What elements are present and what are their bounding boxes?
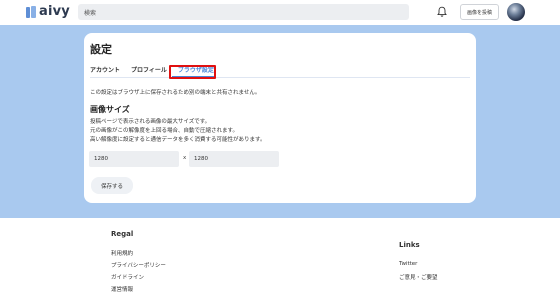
footer-link-twitter[interactable]: Twitter <box>399 261 417 267</box>
notification-bell-icon[interactable] <box>436 6 448 18</box>
image-size-heading: 画像サイズ <box>90 105 130 114</box>
image-size-description-line: 投稿ページで表示される画像の最大サイズです。 <box>90 119 211 125</box>
top-header: aivy 検索 画像を投稿 <box>0 0 560 25</box>
save-button[interactable]: 保存する <box>91 177 133 194</box>
size-separator: x <box>183 155 187 161</box>
search-input[interactable]: 検索 <box>78 4 409 20</box>
logo[interactable]: aivy <box>26 4 70 19</box>
logo-text: aivy <box>39 4 70 19</box>
image-height-value: 1280 <box>194 156 208 162</box>
footer-link-privacy[interactable]: プライバシーポリシー <box>111 261 166 269</box>
tab-account[interactable]: アカウント <box>90 67 120 75</box>
tab-divider <box>90 77 470 78</box>
footer-brand: Regal <box>111 230 134 238</box>
image-height-input[interactable]: 1280 <box>189 151 279 167</box>
search-placeholder: 検索 <box>84 9 97 17</box>
footer-links-heading: Links <box>399 241 420 249</box>
image-width-value: 1280 <box>94 156 108 162</box>
tab-profile[interactable]: プロフィール <box>131 67 167 75</box>
footer-link-terms[interactable]: 利用規約 <box>111 249 133 257</box>
image-size-description-line: 高い解像度に設定すると通信データを多く消費する可能性があります。 <box>90 137 266 143</box>
image-width-input[interactable]: 1280 <box>89 151 179 167</box>
tab-highlight-box <box>169 65 216 79</box>
settings-card: 設定 アカウント プロフィール ブラウザ設定 この設定はブラウザ上に保存されるた… <box>84 33 476 203</box>
user-avatar[interactable] <box>507 3 525 21</box>
logo-icon <box>26 5 36 18</box>
post-image-button[interactable]: 画像を投稿 <box>460 4 499 20</box>
footer-link-guidelines[interactable]: ガイドライン <box>111 273 144 281</box>
image-size-description-line: 元の画像がこの解像度を上回る場合、自動で圧縮されます。 <box>90 128 238 134</box>
footer-link-operator-info[interactable]: 運営情報 <box>111 285 133 293</box>
page-title: 設定 <box>90 43 112 56</box>
footer-link-feedback[interactable]: ご意見・ご要望 <box>399 273 438 281</box>
footer: Regal 利用規約 プライバシーポリシー ガイドライン 運営情報 Links … <box>0 218 560 301</box>
settings-notice: この設定はブラウザ上に保存されるため別の端末と共有されません。 <box>90 90 261 96</box>
